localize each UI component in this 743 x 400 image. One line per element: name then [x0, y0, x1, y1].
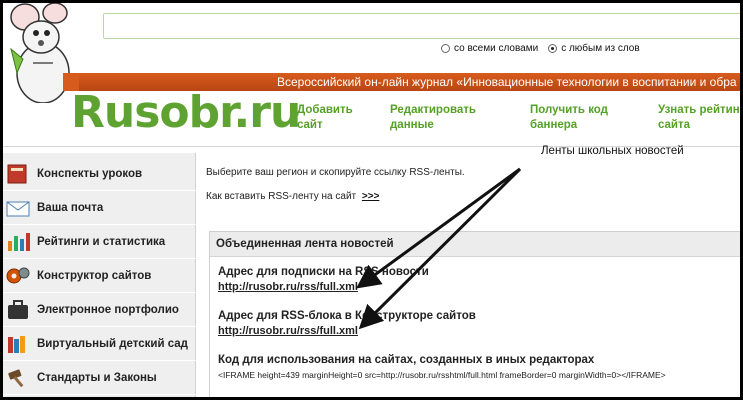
screenshot-frame: со всеми словами с любым из слов Всеросс…	[3, 3, 740, 397]
sidebar-item-lessons[interactable]: Конспекты уроков	[3, 157, 196, 191]
subscribe-url-link[interactable]: http://rusobr.ru/rss/full.xml	[218, 281, 358, 293]
sidebar-item-label: Электронное портфолио	[37, 303, 179, 316]
nav-add-site[interactable]: Добавить сайт	[297, 103, 353, 133]
sidebar-item-ratings[interactable]: Рейтинги и статистика	[3, 225, 196, 259]
nav-add-site-line1: Добавить	[297, 104, 353, 116]
sidebar-item-label: Виртуальный детский сад	[37, 337, 188, 350]
nav-site-rating-line1: Узнать рейтин	[658, 104, 740, 116]
briefcase-icon	[8, 299, 28, 319]
search-mode-options: со всеми словами с любым из слов	[441, 43, 640, 54]
sidebar-item-label: Ваша почта	[37, 201, 104, 214]
annotation-label: Ленты школьных новостей	[541, 145, 684, 157]
radio-all-words-label: со всеми словами	[454, 43, 539, 54]
radio-any-word[interactable]: с любым из слов	[548, 43, 640, 54]
nav-site-rating-line2: сайта	[658, 119, 691, 131]
books-icon	[8, 335, 25, 353]
bar-chart-icon	[8, 232, 30, 251]
rss-block-title: Адрес для RSS-блока в Конструкторе сайто…	[218, 310, 476, 322]
search-area: со всеми словами с любым из слов	[3, 3, 740, 75]
mail-icon	[6, 201, 30, 216]
howto-link[interactable]: >>>	[362, 191, 380, 202]
radio-circle[interactable]	[441, 44, 450, 53]
sidebar-item-mail[interactable]: Ваша почта	[3, 191, 196, 225]
site-logo[interactable]: Rusobr.ru	[71, 89, 301, 137]
sidebar-item-portfolio[interactable]: Электронное портфолио	[3, 293, 196, 327]
sidebar-item-standards[interactable]: Стандарты и Законы	[3, 361, 196, 395]
nav-banner-code[interactable]: Получить код баннера	[530, 103, 608, 133]
notebook-icon	[7, 164, 27, 183]
news-feed-panel: Объединенная лента новостей Адрес для по…	[209, 231, 740, 397]
sidebar-item-label: Стандарты и Законы	[37, 371, 157, 384]
panel-title: Объединенная лента новостей	[210, 232, 740, 257]
gavel-icon	[8, 368, 24, 387]
nav-banner-code-line2: баннера	[530, 119, 578, 131]
nav-banner-code-line1: Получить код	[530, 104, 608, 116]
nav-edit-data[interactable]: Редактировать данные	[390, 103, 476, 133]
sidebar-item-label: Конспекты уроков	[37, 167, 143, 180]
nav-edit-data-line1: Редактировать	[390, 104, 476, 116]
embed-code[interactable]: <IFRAME height=439 marginHeight=0 src=ht…	[218, 370, 666, 380]
sidebar: Конспекты уроков Ваша почта Рейтинги и с…	[3, 153, 196, 397]
sidebar-item-kindergarten[interactable]: Виртуальный детский сад	[3, 327, 196, 361]
rss-block-url-link[interactable]: http://rusobr.ru/rss/full.xml	[218, 325, 358, 337]
radio-all-words[interactable]: со всеми словами	[441, 43, 538, 54]
sidebar-item-label: Рейтинги и статистика	[37, 235, 166, 248]
sidebar-item-label: Конструктор сайтов	[37, 269, 152, 282]
nav-add-site-line2: сайт	[297, 119, 323, 131]
radio-any-word-label: с любым из слов	[561, 43, 640, 54]
howto-line: Как вставить RSS-ленту на сайт >>>	[206, 191, 379, 202]
radio-circle-selected[interactable]	[548, 44, 558, 53]
howto-text: Как вставить RSS-ленту на сайт	[206, 191, 357, 202]
embed-code-title: Код для использования на сайтах, созданн…	[218, 354, 595, 366]
nav-edit-data-line2: данные	[390, 119, 434, 131]
region-instruction: Выберите ваш регион и скопируйте ссылку …	[206, 167, 465, 178]
search-input[interactable]	[103, 13, 740, 39]
sidebar-item-site-builder[interactable]: Конструктор сайтов	[3, 259, 196, 293]
subscribe-title: Адрес для подписки на RSS новости	[218, 266, 429, 278]
nav-site-rating[interactable]: Узнать рейтин сайта	[658, 103, 740, 133]
gears-icon	[6, 267, 30, 283]
